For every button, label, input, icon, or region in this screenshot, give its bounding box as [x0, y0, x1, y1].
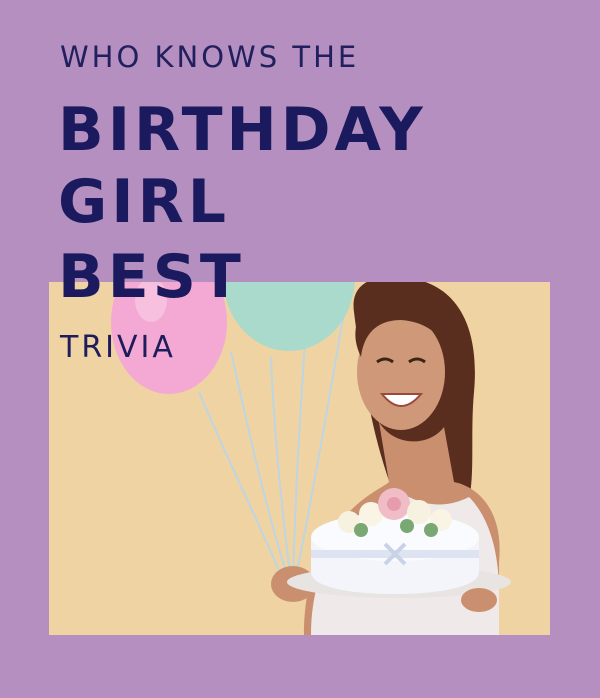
headline-line-1: BIRTHDAY [58, 95, 427, 165]
subtitle-text: TRIVIA [60, 330, 176, 365]
headline-line-3: BEST [58, 242, 245, 312]
headline-line-2: GIRL [58, 167, 231, 237]
kicker-text: WHO KNOWS THE [60, 40, 360, 74]
trivia-card: WHO KNOWS THE BIRTHDAY GIRL BEST TRIVIA [0, 0, 600, 698]
